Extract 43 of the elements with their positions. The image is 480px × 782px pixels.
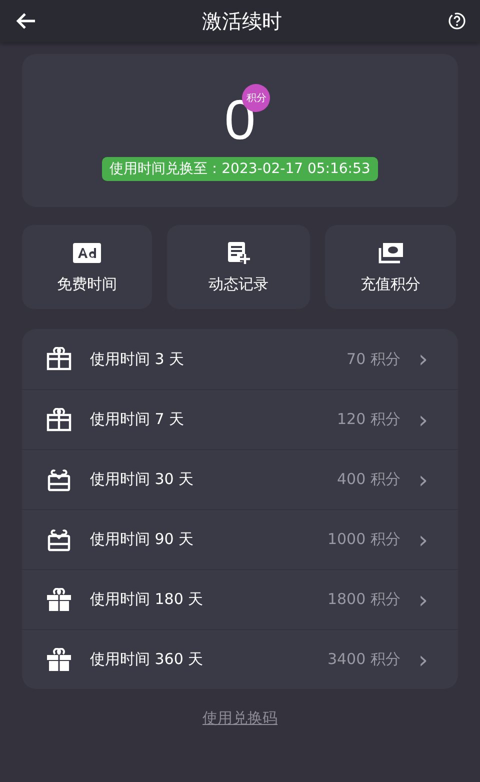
plan-price: 1000 积分 xyxy=(327,530,400,549)
action-tile[interactable]: 充值积分 xyxy=(325,225,456,309)
action-tile[interactable]: 免费时间 xyxy=(22,225,152,309)
plan-label: 使用时间 30 天 xyxy=(90,470,195,489)
plan-row[interactable]: 使用时间 180 天 1800 积分 › xyxy=(22,569,458,629)
redeem-code-link[interactable]: 使用兑换码 xyxy=(202,709,278,728)
plan-row[interactable]: 使用时间 7 天 120 积分 › xyxy=(22,389,458,449)
chevron-icon: › xyxy=(418,648,428,672)
gift-icon xyxy=(46,347,72,371)
plan-row[interactable]: 使用时间 90 天 1000 积分 › xyxy=(22,509,458,569)
chevron-icon: › xyxy=(418,347,428,371)
expiry-badge: 使用时间兑换至：2023-02-17 05:16:53 xyxy=(102,157,378,181)
chevron-icon: › xyxy=(418,468,428,492)
plan-row[interactable]: 使用时间 360 天 3400 积分 › xyxy=(22,629,458,689)
help-icon xyxy=(448,12,466,30)
plan-label: 使用时间 90 天 xyxy=(90,530,195,549)
back-button[interactable] xyxy=(16,12,36,30)
chevron-icon: › xyxy=(418,408,428,432)
plan-row[interactable]: 使用时间 30 天 400 积分 › xyxy=(22,449,458,509)
plan-label: 使用时间 180 天 xyxy=(90,590,204,609)
chevron-icon: › xyxy=(418,588,428,612)
gift-icon xyxy=(46,588,72,612)
note-add-icon xyxy=(226,240,250,264)
plan-label: 使用时间 7 天 xyxy=(90,410,186,429)
help-button[interactable] xyxy=(448,12,466,30)
gift-box-icon xyxy=(46,468,72,492)
ad-icon xyxy=(73,242,101,262)
gift-box-icon xyxy=(46,528,72,552)
page-title: 激活续时 xyxy=(202,8,282,34)
back-arrow-icon xyxy=(16,12,36,30)
plan-price: 3400 积分 xyxy=(327,650,400,669)
plan-label: 使用时间 3 天 xyxy=(90,350,186,368)
chevron-icon: › xyxy=(418,528,428,552)
plan-price: 400 积分 xyxy=(336,470,400,489)
plan-price: 120 积分 xyxy=(336,410,400,429)
gift-icon xyxy=(46,648,72,672)
plan-label: 使用时间 360 天 xyxy=(90,650,204,669)
plan-price: 70 积分 xyxy=(346,350,400,368)
action-tile[interactable]: 动态记录 xyxy=(167,225,310,309)
cash-icon xyxy=(378,242,404,264)
gift-icon xyxy=(46,408,72,432)
plan-row[interactable]: 使用时间 3 天 70 积分 › xyxy=(22,329,458,389)
plan-price: 1800 积分 xyxy=(327,590,400,609)
